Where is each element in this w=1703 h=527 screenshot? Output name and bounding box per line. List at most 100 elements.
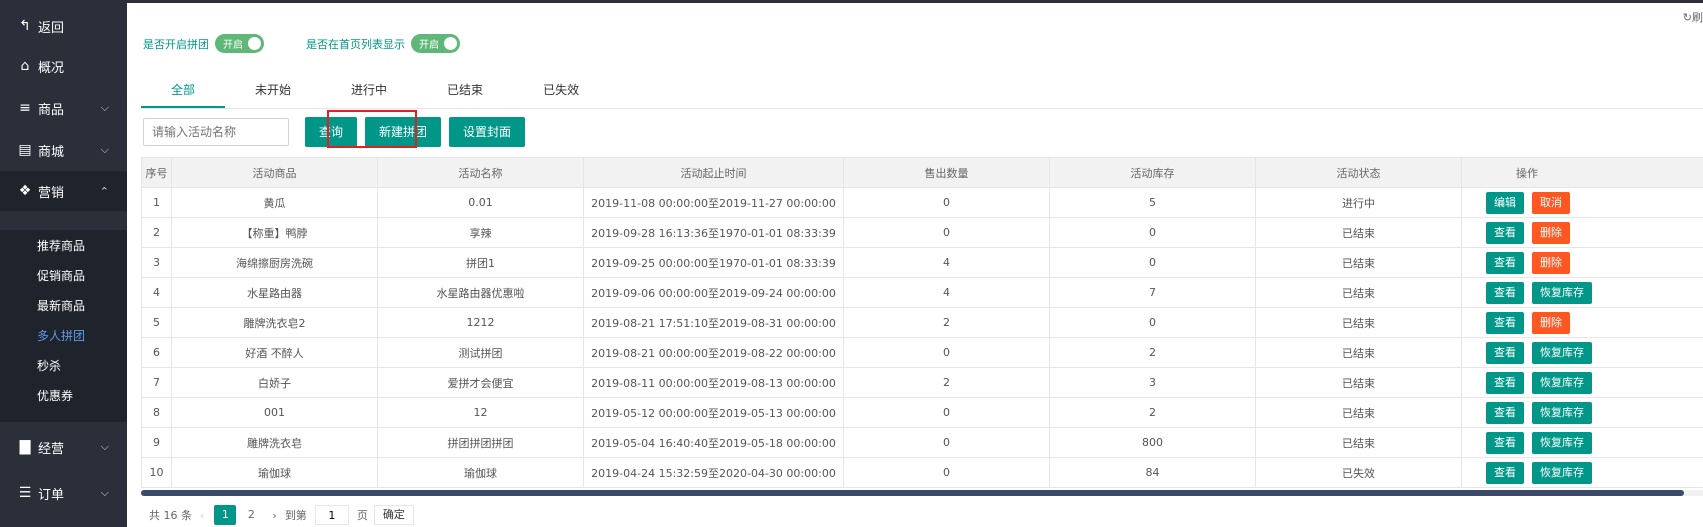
scrollbar-thumb[interactable] xyxy=(141,490,1684,496)
shop-icon: ▤ xyxy=(18,142,32,158)
tab-expired[interactable]: 已失效 xyxy=(513,75,609,108)
row-action-button[interactable]: 查看 xyxy=(1486,281,1524,304)
row-action-button[interactable]: 查看 xyxy=(1486,461,1524,484)
refresh-label: 刷 xyxy=(1692,11,1703,24)
cell-name: 瑜伽球 xyxy=(377,457,584,488)
table-row: 8 001 12 2019-05-12 00:00:00至2019-05-13 00:… xyxy=(141,397,1703,428)
row-action-button[interactable]: 取消 xyxy=(1532,191,1570,214)
row-action-button[interactable]: 查看 xyxy=(1486,431,1524,454)
toggle-row: 是否开启拼团 开启 是否在首页列表显示 开启 xyxy=(143,34,502,53)
confirm-button[interactable]: 确定 xyxy=(373,505,414,525)
sidebar-item-overview[interactable]: ⌂ 概况 xyxy=(0,46,127,86)
switch-text: 开启 xyxy=(223,40,243,51)
tab-all[interactable]: 全部 xyxy=(141,75,226,108)
sidebar-back[interactable]: ↰ 返回 xyxy=(0,6,127,46)
tab-not-started[interactable]: 未开始 xyxy=(225,75,321,108)
cell-ops: 查看 删除 xyxy=(1461,217,1703,248)
sidebar-item-marketing[interactable]: ❖ 营销 ⌃ xyxy=(0,171,127,211)
row-action-button[interactable]: 删除 xyxy=(1532,251,1570,274)
sidebar-item-mall[interactable]: ▤ 商城 ⌵ xyxy=(0,130,127,170)
row-action-button[interactable]: 恢复库存 xyxy=(1532,371,1592,394)
sidebar-subitem-recommended[interactable]: 推荐商品 xyxy=(0,230,127,262)
cell-no: 8 xyxy=(141,397,172,428)
table-row: 9 雕牌洗衣皂 拼团拼团拼团 2019-05-04 16:40:40至2019-05-… xyxy=(141,427,1703,458)
cell-no: 10 xyxy=(141,457,172,488)
app: ↰ 返回 ⌂ 概况 ≡ 商品 ⌵ ▤ 商城 ⌵ ❖ 营销 ⌃ 推荐商品 促销商品… xyxy=(0,0,1703,527)
horizontal-scrollbar[interactable] xyxy=(141,490,1703,496)
row-action-button[interactable]: 恢复库存 xyxy=(1532,461,1592,484)
list-icon: ☰ xyxy=(18,485,32,501)
sidebar-subitem-group-buy[interactable]: 多人拼团 xyxy=(0,320,127,352)
toolbar: 查询 新建拼团 设置封面 xyxy=(143,117,526,147)
main-content: ↻刷 是否开启拼团 开启 是否在首页列表显示 开启 全部 未开始 进行中 已结束… xyxy=(127,0,1703,527)
cell-ops: 查看 删除 xyxy=(1461,307,1703,338)
cell-stock: 0 xyxy=(1049,247,1256,278)
sidebar-subitem-flash-sale[interactable]: 秒杀 xyxy=(0,350,127,382)
table-row: 10 瑜伽球 瑜伽球 2019-04-24 15:32:59至2020-04-30 0… xyxy=(141,457,1703,488)
column-header: 序号 xyxy=(141,157,172,188)
row-action-button[interactable]: 编辑 xyxy=(1486,191,1524,214)
row-action-button[interactable]: 查看 xyxy=(1486,401,1524,424)
refresh-icon: ↻ xyxy=(1682,11,1692,24)
row-action-button[interactable]: 恢复库存 xyxy=(1532,281,1592,304)
cell-time: 2019-08-21 00:00:00至2019-08-22 00:00:00 xyxy=(583,337,844,368)
toggle-label-enable-group: 是否开启拼团 xyxy=(143,37,209,51)
search-input[interactable] xyxy=(143,118,289,146)
row-action-button[interactable]: 恢复库存 xyxy=(1532,341,1592,364)
column-header: 活动商品 xyxy=(171,157,378,188)
row-action-button[interactable]: 删除 xyxy=(1532,311,1570,334)
cell-product: 白娇子 xyxy=(171,367,378,398)
sidebar-item-label: 订单 xyxy=(38,487,65,503)
row-action-button[interactable]: 删除 xyxy=(1532,221,1570,244)
cell-product: 好酒 不醉人 xyxy=(171,337,378,368)
cell-name: 爱拼才会便宜 xyxy=(377,367,584,398)
new-group-button[interactable]: 新建拼团 xyxy=(365,117,442,147)
sidebar-item-goods[interactable]: ≡ 商品 ⌵ xyxy=(0,88,127,128)
cell-stock: 800 xyxy=(1049,427,1256,458)
cell-status: 已结束 xyxy=(1255,397,1462,428)
row-action-button[interactable]: 查看 xyxy=(1486,251,1524,274)
sidebar-item-orders[interactable]: ☰ 订单 ⌵ xyxy=(0,473,127,513)
row-action-button[interactable]: 查看 xyxy=(1486,221,1524,244)
show-home-switch[interactable]: 开启 xyxy=(411,34,460,53)
cell-time: 2019-05-04 16:40:40至2019-05-18 00:00:00 xyxy=(583,427,844,458)
query-button[interactable]: 查询 xyxy=(305,117,358,147)
table-row: 3 海绵擦厨房洗碗 拼团1 2019-09-25 00:00:00至1970-01-0… xyxy=(141,247,1703,278)
cell-product: 001 xyxy=(171,397,378,428)
sidebar-subitem-newest[interactable]: 最新商品 xyxy=(0,290,127,322)
table-row: 2 【称重】鸭脖 享辣 2019-09-28 16:13:36至1970-01-01 … xyxy=(141,217,1703,248)
toggle-label-show-home: 是否在首页列表显示 xyxy=(306,37,405,51)
cell-ops: 查看 恢复库存 xyxy=(1461,397,1703,428)
tab-ended[interactable]: 已结束 xyxy=(417,75,513,108)
row-action-button[interactable]: 恢复库存 xyxy=(1532,431,1592,454)
table-row: 5 雕牌洗衣皂2 1212 2019-08-21 17:51:10至2019-08-3… xyxy=(141,307,1703,338)
sidebar-item-operation[interactable]: ▇ 经营 ⌵ xyxy=(0,427,127,467)
sidebar-subitem-promotion[interactable]: 促销商品 xyxy=(0,260,127,292)
next-page-icon[interactable]: › xyxy=(272,509,276,522)
cell-no: 9 xyxy=(141,427,172,458)
cell-time: 2019-09-06 00:00:00至2019-09-24 00:00:00 xyxy=(583,277,844,308)
refresh-button[interactable]: ↻刷 xyxy=(1683,9,1703,25)
sidebar-back-label: 返回 xyxy=(38,20,65,36)
enable-group-switch[interactable]: 开启 xyxy=(215,34,264,53)
tab-in-progress[interactable]: 进行中 xyxy=(321,75,417,108)
row-action-button[interactable]: 恢复库存 xyxy=(1532,401,1592,424)
row-action-button[interactable]: 查看 xyxy=(1486,371,1524,394)
cell-status: 已结束 xyxy=(1255,307,1462,338)
goto-page-input[interactable] xyxy=(314,505,349,525)
row-action-button[interactable]: 查看 xyxy=(1486,341,1524,364)
table-header: 序号 活动商品 活动名称 活动起止时间 售出数量 活动库存 活动状态 操作 xyxy=(141,157,1703,188)
page-1[interactable]: 1 xyxy=(214,505,237,525)
page-2[interactable]: 2 xyxy=(240,505,262,525)
pagination: 共 16 条 ‹ 1 2 › 到第 页 确定 xyxy=(149,505,414,525)
set-cover-button[interactable]: 设置封面 xyxy=(449,117,526,147)
sidebar-subitem-coupon[interactable]: 优惠券 xyxy=(0,380,127,412)
prev-page-icon[interactable]: ‹ xyxy=(200,509,204,522)
chevron-down-icon: ⌵ xyxy=(100,486,109,499)
column-header: 活动库存 xyxy=(1049,157,1256,188)
column-header: 活动名称 xyxy=(377,157,584,188)
cell-sold: 0 xyxy=(843,337,1050,368)
cell-status: 进行中 xyxy=(1255,187,1462,218)
row-action-button[interactable]: 查看 xyxy=(1486,311,1524,334)
cell-sold: 0 xyxy=(843,217,1050,248)
